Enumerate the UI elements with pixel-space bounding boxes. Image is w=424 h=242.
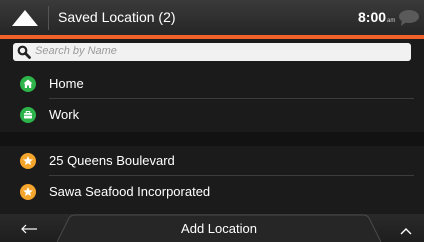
list-item-label: Work: [49, 107, 80, 122]
back-triangle-icon[interactable]: [9, 6, 41, 30]
section-separator: [0, 132, 424, 146]
list-item-location[interactable]: 25 Queens Boulevard: [0, 146, 424, 176]
add-location-label: Add Location: [181, 221, 257, 236]
row-divider: [49, 175, 414, 176]
row-divider: [49, 98, 414, 99]
arrow-left-icon[interactable]: [20, 222, 38, 234]
briefcase-icon: [20, 107, 36, 123]
message-bubble-icon[interactable]: [398, 9, 420, 27]
list-item-label: 25 Queens Boulevard: [49, 153, 175, 168]
page-title: Saved Location (2): [58, 9, 176, 25]
clock: 8:00am: [358, 9, 395, 25]
list-item-label: Sawa Seafood Incorporated: [49, 184, 211, 199]
search-icon: [17, 45, 31, 59]
star-icon: [20, 184, 36, 200]
clock-ampm: am: [387, 18, 396, 24]
header-divider: [48, 6, 49, 30]
header-bar: Saved Location (2) 8:00am: [0, 0, 424, 35]
clock-time: 8:00: [358, 9, 387, 25]
chevron-up-icon[interactable]: [399, 223, 413, 235]
list-item-location[interactable]: Sawa Seafood Incorporated: [0, 177, 424, 207]
search-input[interactable]: Search by Name: [13, 43, 411, 61]
header-accent-line: [0, 35, 424, 39]
list-item-label: Home: [49, 76, 84, 91]
search-placeholder: Search by Name: [35, 45, 117, 57]
footer-bar: Add Location: [0, 214, 424, 242]
home-icon: [20, 76, 36, 92]
list-item-work[interactable]: Work: [0, 100, 424, 130]
list-item-home[interactable]: Home: [0, 69, 424, 99]
add-location-button[interactable]: Add Location: [57, 214, 381, 242]
star-icon: [20, 153, 36, 169]
